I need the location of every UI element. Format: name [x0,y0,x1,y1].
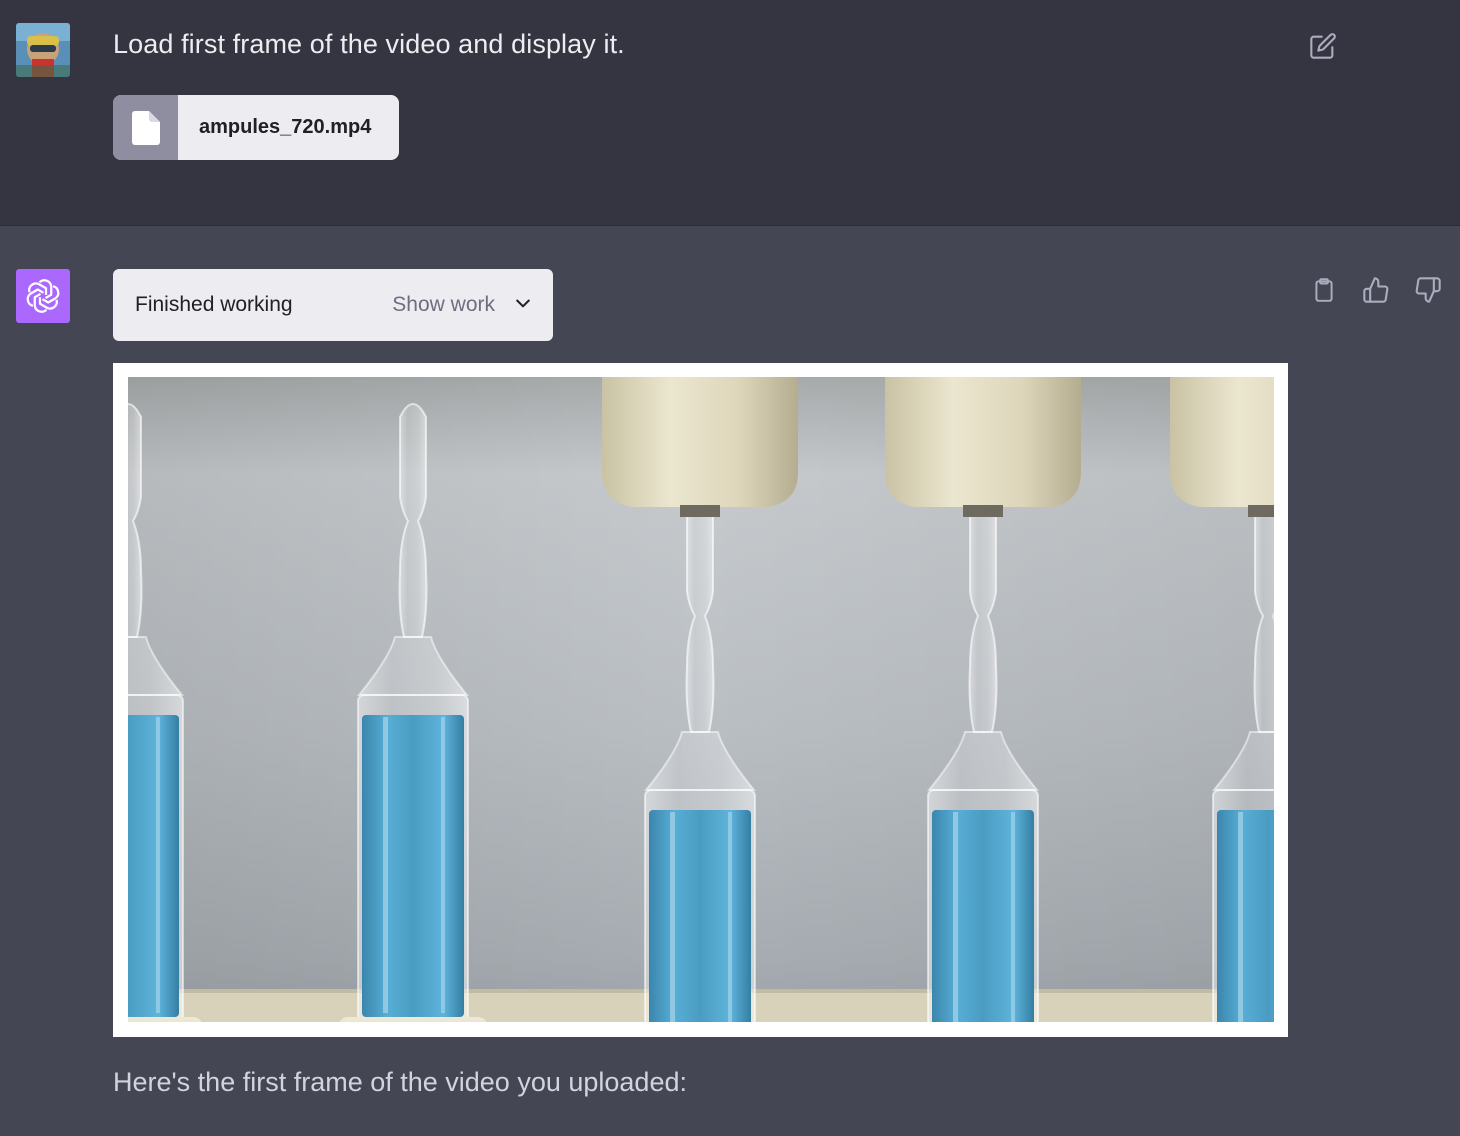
show-work-label: Show work [392,293,495,316]
video-frame-image [113,363,1288,1037]
edit-icon[interactable] [1306,29,1340,63]
video-frame-ampules [128,377,1274,1022]
show-work-toggle[interactable]: Finished working Show work [113,269,553,341]
attachment-filename: ampules_720.mp4 [199,116,372,138]
openai-logo-icon [16,269,70,323]
thumbs-down-icon[interactable] [1410,272,1446,308]
attachment-chip[interactable]: ampules_720.mp4 [113,95,399,160]
assistant-message-text: Here's the first frame of the video you … [113,1067,687,1097]
message-actions [1306,272,1446,308]
thumbs-up-icon[interactable] [1358,272,1394,308]
work-status-label: Finished working [135,293,293,316]
user-message-text: Load first frame of the video and displa… [113,29,625,59]
file-icon [113,95,178,160]
user-avatar [16,23,70,77]
user-message: Load first frame of the video and displa… [0,0,1460,226]
chevron-down-icon [513,293,533,318]
clipboard-icon[interactable] [1306,272,1342,308]
